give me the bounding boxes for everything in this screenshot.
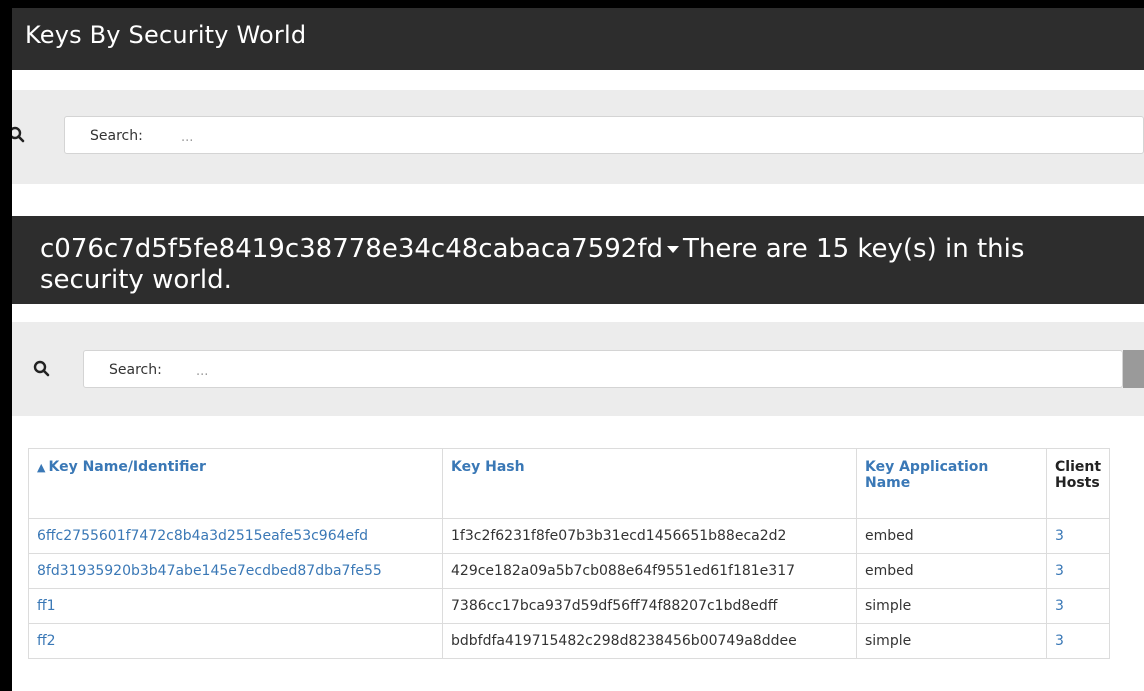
column-header-key-hash[interactable]: Key Hash: [442, 448, 857, 519]
client-hosts-link[interactable]: 3: [1055, 598, 1064, 614]
search-icon: [33, 360, 50, 377]
key-hash-cell: 1f3c2f6231f8fe07b3b31ecd1456651b88eca2d2: [442, 518, 857, 554]
application-name-cell: simple: [856, 623, 1047, 659]
search-label: Search:: [90, 128, 143, 144]
table-header-row: ▲ Key Name/Identifier Key Hash Key Applic…: [28, 448, 1111, 519]
key-name-link[interactable]: 6ffc2755601f7472c8b4a3d2515eafe53c964efd: [37, 528, 368, 544]
search-icon: [12, 126, 25, 143]
keys-search-panel: Search:: [12, 322, 1144, 416]
key-hash-cell: bdbfdfa419715482c298d8238456b00749a8ddee: [442, 623, 857, 659]
table-row: 8fd31935920b3b47abe145e7ecdbed87dba7fe55…: [28, 553, 1111, 589]
key-hash-cell: 429ce182a09a5b7cb088e64f9551ed61f181e317: [442, 553, 857, 589]
application-name-cell: embed: [856, 553, 1047, 589]
security-world-banner: c076c7d5f5fe8419c38778e34c48cabaca7592fd…: [12, 216, 1144, 304]
key-name-link[interactable]: ff1: [37, 598, 56, 614]
search-label: Search:: [109, 362, 162, 378]
client-hosts-link[interactable]: 3: [1055, 563, 1064, 579]
table-row: 6ffc2755601f7472c8b4a3d2515eafe53c964efd…: [28, 518, 1111, 554]
caret-down-icon[interactable]: [667, 246, 679, 253]
security-world-search-panel: Search:: [12, 90, 1144, 184]
table-row: ff1 7386cc17bca937d59df56ff74f88207c1bd8…: [28, 588, 1111, 624]
column-header-application-name[interactable]: Key Application Name: [856, 448, 1047, 519]
column-header-client-hosts: Client Hosts: [1045, 448, 1111, 519]
search-action-button[interactable]: [1123, 350, 1144, 388]
keys-search-box[interactable]: Search:: [83, 350, 1123, 388]
application-name-cell: simple: [856, 588, 1047, 624]
client-hosts-link[interactable]: 3: [1055, 633, 1064, 649]
key-name-link[interactable]: 8fd31935920b3b47abe145e7ecdbed87dba7fe55: [37, 563, 382, 579]
sort-ascending-icon: ▲: [37, 461, 46, 474]
keys-table: ▲ Key Name/Identifier Key Hash Key Applic…: [28, 448, 1111, 659]
page-title: Keys By Security World: [25, 21, 307, 49]
security-world-id[interactable]: c076c7d5f5fe8419c38778e34c48cabaca7592fd: [40, 234, 663, 264]
application-name-cell: embed: [856, 518, 1047, 554]
header-bar: Keys By Security World: [12, 8, 1144, 70]
security-world-search-box[interactable]: Search:: [64, 116, 1144, 154]
key-name-link[interactable]: ff2: [37, 633, 56, 649]
page: Keys By Security World Search: c076c7d5f…: [12, 8, 1144, 691]
table-row: ff2 bdbfdfa419715482c298d8238456b00749a8…: [28, 623, 1111, 659]
column-header-key-name[interactable]: ▲ Key Name/Identifier: [28, 448, 443, 519]
key-hash-cell: 7386cc17bca937d59df56ff74f88207c1bd8edff: [442, 588, 857, 624]
security-world-search-input[interactable]: [179, 125, 1083, 149]
client-hosts-link[interactable]: 3: [1055, 528, 1064, 544]
keys-search-input[interactable]: [194, 359, 1048, 383]
